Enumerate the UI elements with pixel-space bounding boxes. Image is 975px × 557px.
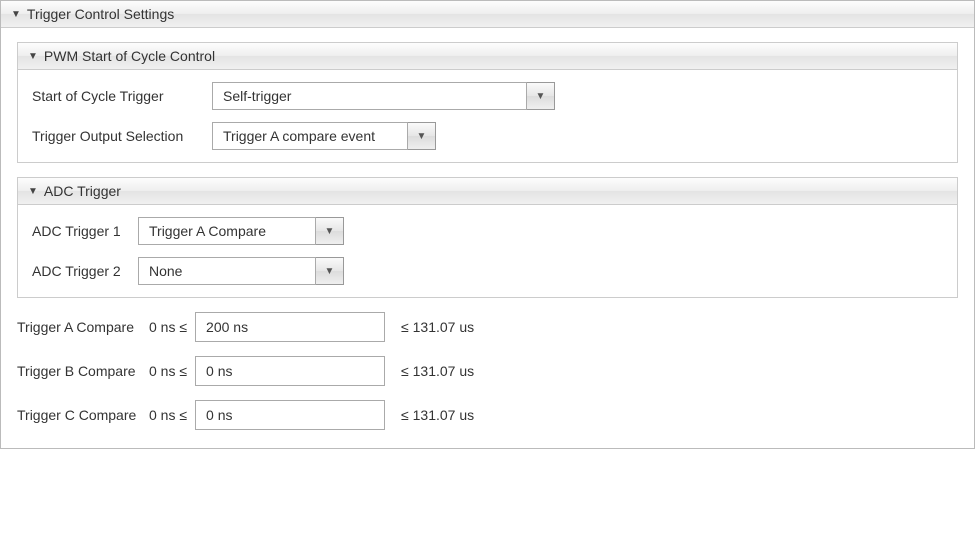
trigger-output-selection-dropdown-button[interactable]: ▼ <box>408 122 436 150</box>
pwm-start-cycle-panel: ▼ PWM Start of Cycle Control Start of Cy… <box>17 42 958 163</box>
adc-trigger-1-dropdown-button[interactable]: ▼ <box>316 217 344 245</box>
caret-down-icon: ▼ <box>536 91 546 102</box>
adc-trigger-1-label: ADC Trigger 1 <box>32 223 128 239</box>
trigger-control-settings-title: Trigger Control Settings <box>27 6 174 22</box>
trigger-output-selection-value: Trigger A compare event <box>212 122 408 150</box>
adc-trigger-2-select[interactable]: None ▼ <box>138 257 344 285</box>
adc-trigger-header[interactable]: ▼ ADC Trigger <box>18 178 957 205</box>
disclosure-down-icon: ▼ <box>28 186 38 197</box>
trigger-control-settings-body: ▼ PWM Start of Cycle Control Start of Cy… <box>1 28 974 448</box>
trigger-c-compare-min: 0 ns ≤ <box>149 407 187 423</box>
trigger-c-compare-label: Trigger C Compare <box>17 407 143 423</box>
pwm-start-cycle-body: Start of Cycle Trigger Self-trigger ▼ Tr… <box>18 70 957 162</box>
caret-down-icon: ▼ <box>325 266 335 277</box>
adc-trigger-1-select[interactable]: Trigger A Compare ▼ <box>138 217 344 245</box>
adc-trigger-panel: ▼ ADC Trigger ADC Trigger 1 Trigger A Co… <box>17 177 958 298</box>
trigger-b-compare-row: Trigger B Compare 0 ns ≤ ≤ 131.07 us <box>17 356 958 386</box>
trigger-control-settings-header[interactable]: ▼ Trigger Control Settings <box>1 1 974 28</box>
start-cycle-trigger-label: Start of Cycle Trigger <box>32 88 202 104</box>
trigger-c-compare-max: ≤ 131.07 us <box>401 407 474 423</box>
start-cycle-trigger-dropdown-button[interactable]: ▼ <box>527 82 555 110</box>
pwm-start-cycle-title: PWM Start of Cycle Control <box>44 48 215 64</box>
trigger-b-compare-label: Trigger B Compare <box>17 363 143 379</box>
trigger-b-compare-max: ≤ 131.07 us <box>401 363 474 379</box>
trigger-b-compare-min: 0 ns ≤ <box>149 363 187 379</box>
trigger-a-compare-input[interactable] <box>195 312 385 342</box>
adc-trigger-body: ADC Trigger 1 Trigger A Compare ▼ ADC Tr… <box>18 205 957 297</box>
start-cycle-trigger-select[interactable]: Self-trigger ▼ <box>212 82 555 110</box>
adc-trigger-2-label: ADC Trigger 2 <box>32 263 128 279</box>
adc-trigger-1-value: Trigger A Compare <box>138 217 316 245</box>
pwm-start-cycle-header[interactable]: ▼ PWM Start of Cycle Control <box>18 43 957 70</box>
trigger-a-compare-min: 0 ns ≤ <box>149 319 187 335</box>
adc-trigger-2-dropdown-button[interactable]: ▼ <box>316 257 344 285</box>
trigger-a-compare-label: Trigger A Compare <box>17 319 143 335</box>
trigger-a-compare-row: Trigger A Compare 0 ns ≤ ≤ 131.07 us <box>17 312 958 342</box>
start-cycle-trigger-value: Self-trigger <box>212 82 527 110</box>
caret-down-icon: ▼ <box>325 226 335 237</box>
trigger-output-selection-label: Trigger Output Selection <box>32 128 202 144</box>
trigger-control-settings-panel: ▼ Trigger Control Settings ▼ PWM Start o… <box>0 0 975 449</box>
caret-down-icon: ▼ <box>417 131 427 142</box>
adc-trigger-2-value: None <box>138 257 316 285</box>
adc-trigger-title: ADC Trigger <box>44 183 121 199</box>
disclosure-down-icon: ▼ <box>28 51 38 62</box>
trigger-c-compare-input[interactable] <box>195 400 385 430</box>
trigger-a-compare-max: ≤ 131.07 us <box>401 319 474 335</box>
trigger-c-compare-row: Trigger C Compare 0 ns ≤ ≤ 131.07 us <box>17 400 958 430</box>
trigger-b-compare-input[interactable] <box>195 356 385 386</box>
trigger-output-selection-select[interactable]: Trigger A compare event ▼ <box>212 122 436 150</box>
disclosure-down-icon: ▼ <box>11 9 21 20</box>
